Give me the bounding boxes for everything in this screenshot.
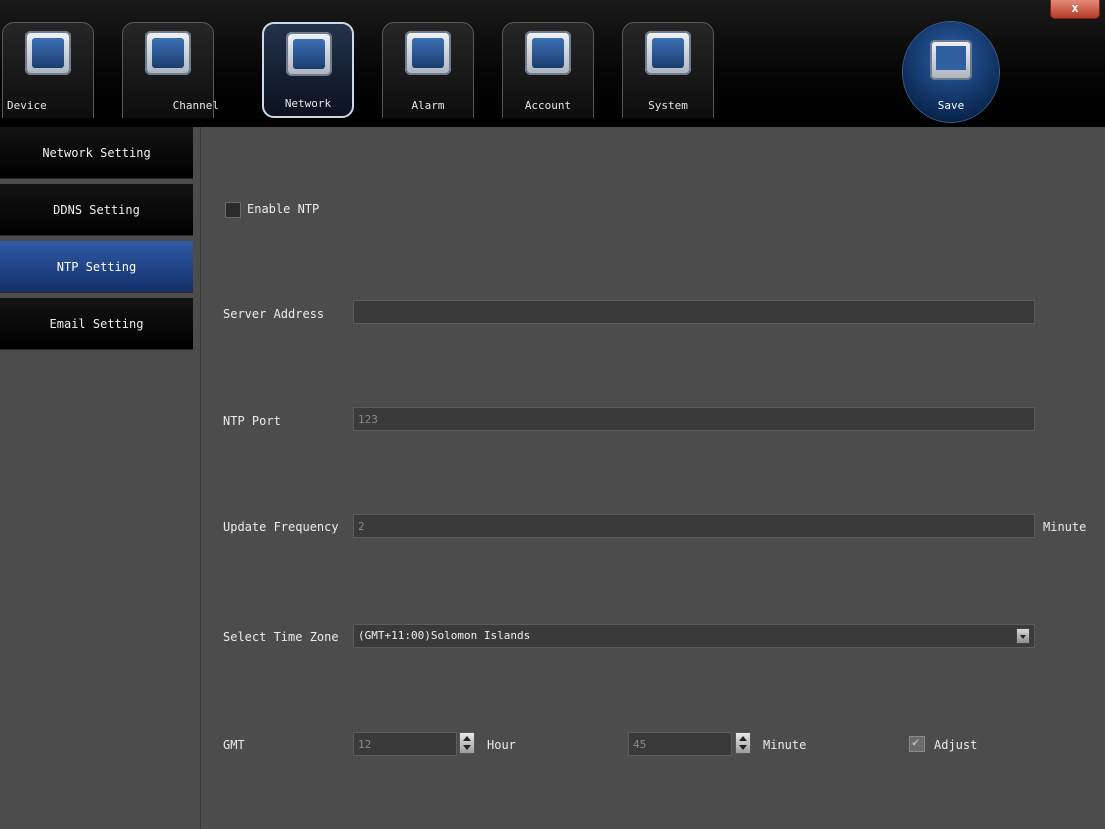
settings-sidebar: Network Setting DDNS Setting NTP Setting… <box>0 127 201 829</box>
time-zone-select[interactable]: (GMT+11:00)Solomon Islands <box>353 624 1035 648</box>
ntp-port-label: NTP Port <box>223 414 281 428</box>
sidebar-item-email-setting[interactable]: Email Setting <box>0 298 193 350</box>
gmt-label: GMT <box>223 738 245 752</box>
toolbar-account-label: Account <box>524 99 572 112</box>
toolbar-channel-label: Channel <box>172 99 219 112</box>
gmt-minute-input[interactable] <box>628 732 732 756</box>
top-toolbar: Device Channel Network Alarm Account Sys… <box>0 0 1105 127</box>
sidebar-item-network-setting[interactable]: Network Setting <box>0 127 193 179</box>
save-button[interactable]: Save <box>903 22 999 122</box>
minute-unit-label: Minute <box>763 738 807 752</box>
toolbar-channel-button[interactable]: Channel <box>122 22 219 118</box>
server-address-label: Server Address <box>223 307 325 321</box>
server-address-input[interactable] <box>353 300 1035 324</box>
enable-ntp-label: Enable NTP <box>247 202 320 216</box>
toolbar-network-button[interactable]: Network <box>262 22 354 118</box>
chevron-down-icon[interactable] <box>1016 628 1030 644</box>
update-frequency-input[interactable] <box>353 514 1035 538</box>
network-icon <box>286 32 332 76</box>
minute-stepper-icon[interactable] <box>735 732 751 754</box>
adjust-label: Adjust <box>934 738 978 752</box>
gmt-hour-input[interactable] <box>353 732 457 756</box>
system-icon <box>645 31 691 75</box>
toolbar-network-label: Network <box>284 97 332 110</box>
toolbar-system-button[interactable]: System <box>622 22 714 118</box>
time-zone-selected-value: (GMT+11:00)Solomon Islands <box>358 629 531 642</box>
toolbar-system-label: System <box>648 99 688 112</box>
hour-stepper-icon[interactable] <box>459 732 475 754</box>
ntp-port-input[interactable] <box>353 407 1035 431</box>
ntp-settings-window: Device Channel Network Alarm Account Sys… <box>0 0 1105 829</box>
sidebar-item-ntp-setting[interactable]: NTP Setting <box>0 241 193 293</box>
time-zone-label: Select Time Zone <box>223 630 339 644</box>
device-icon <box>25 31 71 75</box>
update-frequency-label: Update Frequency <box>223 520 339 534</box>
account-icon <box>525 31 571 75</box>
alarm-icon <box>405 31 451 75</box>
toolbar-alarm-label: Alarm <box>411 99 445 112</box>
channel-icon <box>145 31 191 75</box>
toolbar-alarm-button[interactable]: Alarm <box>382 22 474 118</box>
save-label: Save <box>937 99 965 112</box>
enable-ntp-checkbox[interactable] <box>225 202 241 218</box>
update-frequency-unit: Minute <box>1043 520 1087 534</box>
toolbar-account-button[interactable]: Account <box>502 22 594 118</box>
ntp-settings-panel: Enable NTP Server Address NTP Port Updat… <box>201 127 1105 829</box>
toolbar-device-button[interactable]: Device <box>2 22 94 118</box>
close-button[interactable]: x <box>1050 0 1100 19</box>
adjust-checkbox[interactable] <box>909 735 925 752</box>
toolbar-device-label: Device <box>7 99 47 112</box>
sidebar-item-ddns-setting[interactable]: DDNS Setting <box>0 184 193 236</box>
save-icon <box>930 40 972 80</box>
hour-unit-label: Hour <box>487 738 516 752</box>
